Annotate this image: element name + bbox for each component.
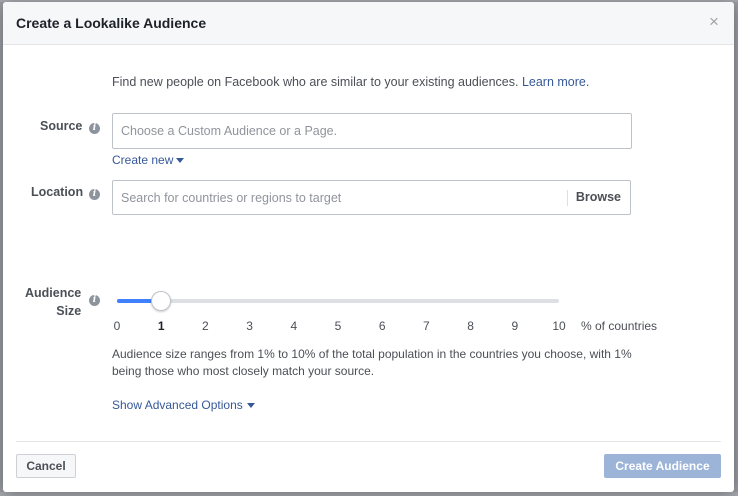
source-placeholder: Choose a Custom Audience or a Page.	[121, 124, 338, 138]
audience-size-help-text: Audience size ranges from 1% to 10% of t…	[112, 347, 632, 378]
source-label: Source	[40, 119, 83, 133]
intro-text: Find new people on Facebook who are simi…	[112, 75, 589, 89]
intro-description: Find new people on Facebook who are simi…	[112, 75, 522, 89]
cancel-button[interactable]: Cancel	[16, 454, 76, 478]
create-audience-button[interactable]: Create Audience	[604, 454, 721, 478]
learn-more-link[interactable]: Learn more.	[522, 75, 589, 89]
dialog-header: Create a Lookalike Audience ×	[3, 2, 734, 45]
slider-tick-label: 0	[113, 319, 121, 333]
create-new-dropdown[interactable]: Create new	[112, 153, 185, 167]
slider-tick-label: 3	[246, 319, 253, 333]
lookalike-dialog: Create a Lookalike Audience × Find new p…	[3, 2, 734, 492]
background-page-strip	[0, 492, 738, 496]
slider-tick-label: 8	[467, 319, 474, 333]
browse-button[interactable]: Browse	[576, 190, 621, 204]
show-advanced-options-link[interactable]: Show Advanced Options	[112, 398, 255, 412]
info-icon[interactable]: i	[89, 295, 100, 306]
percent-of-countries-label: % of countries	[581, 319, 658, 333]
browse-divider	[567, 190, 568, 206]
location-placeholder: Search for countries or regions to targe…	[121, 190, 342, 205]
slider-tick-label: 4	[290, 319, 298, 333]
slider-tick-label: 1	[157, 319, 165, 333]
audience-size-slider-handle[interactable]	[151, 291, 172, 311]
info-icon[interactable]: i	[89, 189, 100, 200]
audience-size-label-line1: Audience	[25, 286, 82, 300]
location-label: Location	[31, 185, 84, 199]
audience-size-label-line2: Size	[56, 304, 82, 318]
dialog-title: Create a Lookalike Audience	[16, 15, 207, 31]
close-icon[interactable]: ×	[706, 13, 722, 30]
advanced-options-label: Show Advanced Options	[112, 398, 243, 412]
source-input[interactable]: Choose a Custom Audience or a Page.	[112, 113, 632, 149]
location-input[interactable]: Search for countries or regions to targe…	[112, 180, 631, 215]
slider-tick-label: 5	[334, 319, 342, 333]
caret-down-icon	[246, 402, 255, 408]
audience-size-label: Audience Size	[25, 284, 81, 320]
slider-tick-label: 9	[511, 319, 519, 333]
slider-tick-label: 10	[552, 319, 566, 333]
info-icon[interactable]: i	[89, 123, 100, 134]
slider-tick-label: 7	[423, 319, 430, 333]
slider-tick-label: 6	[378, 319, 386, 333]
slider-tick-label: 2	[202, 319, 209, 333]
footer-divider	[16, 441, 721, 442]
audience-size-slider-track[interactable]	[117, 299, 559, 303]
create-new-label: Create new	[112, 153, 174, 167]
caret-down-icon	[176, 157, 185, 163]
